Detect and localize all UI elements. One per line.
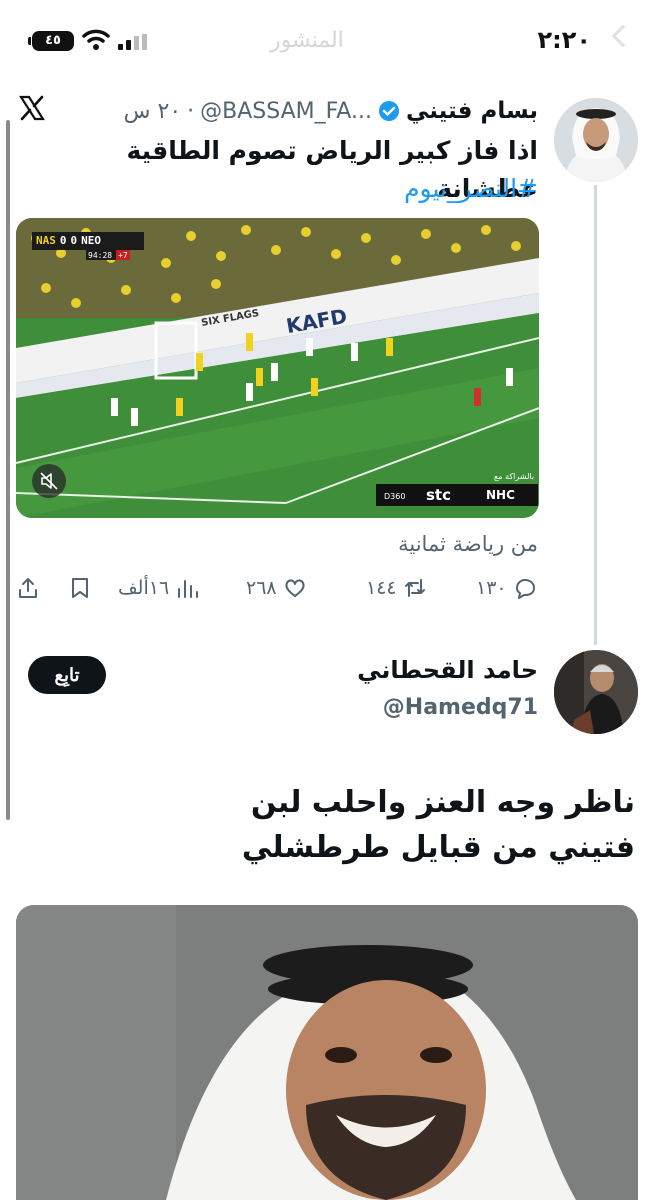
mute-button[interactable] [32,464,66,498]
cellular-signal-icon [118,34,148,50]
share-button[interactable] [16,576,40,600]
video-player[interactable]: NAS 0 0 NEO 94:28 +7 KAFD SIX FLAGS NHC … [16,218,539,518]
avatar[interactable] [554,98,638,182]
replies-count: ١٣٠ [476,577,507,599]
bookmark-button[interactable] [68,576,92,600]
tweet-header: بسام فتيني @BASSAM_FA... · ٢٠ س [124,94,538,128]
hashtag-link[interactable]: #النصر_نيوم [404,170,538,208]
wifi-icon [82,29,110,50]
broadcaster-d360: D360 [384,492,406,501]
share-icon [19,578,37,598]
retweets-count: ١٤٤ [366,577,397,599]
separator-dot: · [187,98,195,124]
match-clock: 94:28 [88,251,113,260]
retweet-icon [404,579,425,597]
like-button[interactable]: ٢٦٨ [246,576,307,600]
scoreboard-away-score: 0 [70,234,78,247]
bookmark-icon [72,578,88,598]
reply-author-handle[interactable]: @Hamedq71 [383,695,538,720]
reply-author-name[interactable]: حامد القحطاني [357,656,538,684]
tweet-actions: ١٦ألف ٢٦٨ ١٤٤ ١٣٠ [16,576,539,612]
tweet-photo[interactable] [16,905,638,1200]
reply-bubble-icon [515,579,535,599]
tweet-time[interactable]: ٢٠ س [124,99,182,124]
added-time: +7 [118,251,128,260]
reply-button[interactable]: ١٣٠ [476,576,537,600]
follow-button[interactable]: تابِع [28,656,106,694]
page-title: المنشور [270,28,344,53]
sponsor-tag: بالشراكة مع [494,472,535,481]
broadcaster-nhc: NHC [486,488,515,502]
scoreboard-home: NAS [36,234,56,247]
scrollbar[interactable] [6,120,10,820]
reply-text-line-2: فتيني من قبايل طرطشلي [241,830,635,865]
author-name[interactable]: بسام فتيني [406,98,538,124]
video-source-label[interactable]: من رياضة ثمانية [398,532,538,556]
speaker-muted-icon [40,472,58,490]
verified-badge-icon [378,101,399,121]
likes-count: ٢٦٨ [246,577,277,599]
x-logo-icon [18,95,46,121]
scoreboard-away: NEO [81,234,101,247]
retweet-button[interactable]: ١٤٤ [366,576,427,600]
reply-text-line-1: ناظر وجه العنز واحلب لبن [250,785,635,820]
scoreboard-home-score: 0 [59,234,67,247]
avatar[interactable] [554,650,638,734]
battery-icon: ٤٥ [28,31,74,51]
author-handle[interactable]: @BASSAM_FA... [200,99,372,124]
back-chevron-icon[interactable] [611,24,635,48]
views-chart-icon [178,580,199,598]
reply-tweet-text: ناظر وجه العنز واحلب لبن فتيني من قبايل … [35,780,635,870]
views-button[interactable]: ١٦ألف [118,576,199,600]
status-time: ٢:٢٠ [537,26,591,54]
heart-icon [285,579,305,597]
thread-line [594,185,597,645]
views-count: ١٦ألف [118,577,170,599]
status-bar: ٢:٢٠ المنشور ٤٥ [0,0,653,80]
broadcaster-stc: stc [426,486,451,504]
